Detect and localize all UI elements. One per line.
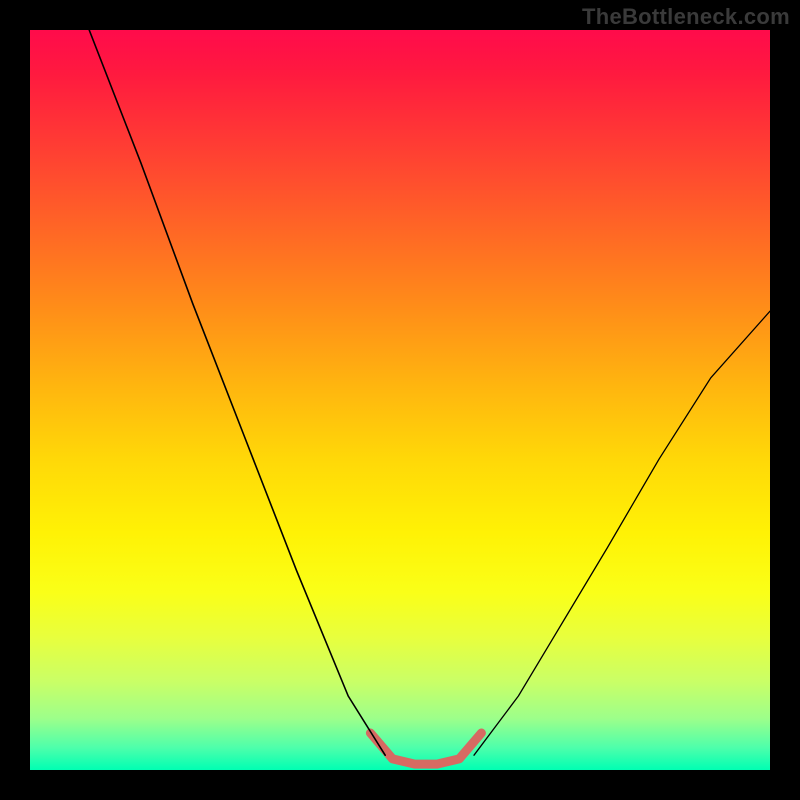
plot-area (30, 30, 770, 770)
curve-overlay (30, 30, 770, 770)
series-right-slope (474, 311, 770, 755)
chart-frame: TheBottleneck.com (0, 0, 800, 800)
series-left-slope (89, 30, 385, 755)
watermark-text: TheBottleneck.com (582, 4, 790, 30)
series-valley-band (370, 733, 481, 764)
